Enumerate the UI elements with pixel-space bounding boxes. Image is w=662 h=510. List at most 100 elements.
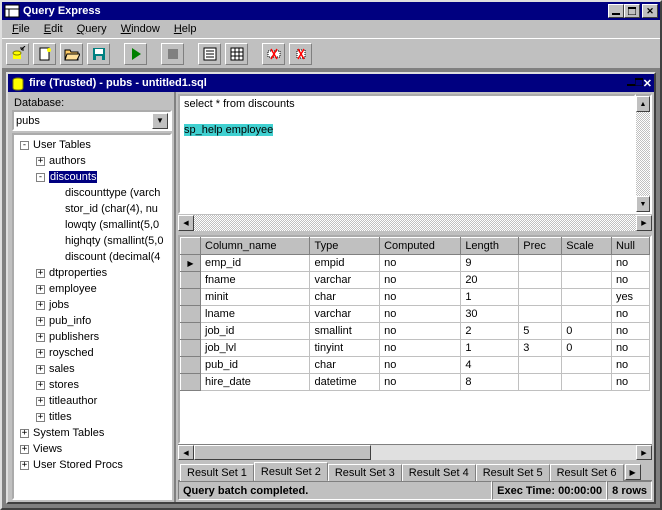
scroll-left-icon[interactable]: ◀ bbox=[178, 215, 194, 231]
menu-help[interactable]: Help bbox=[168, 22, 203, 36]
child-close-button[interactable]: ✕ bbox=[643, 77, 652, 90]
expand-icon[interactable]: + bbox=[36, 285, 45, 294]
editor-hscrollbar[interactable]: ◀ ▶ bbox=[178, 215, 652, 231]
results-grid[interactable]: Column_nameTypeComputedLengthPrecScaleNu… bbox=[180, 237, 650, 391]
cell[interactable]: 30 bbox=[461, 306, 519, 323]
row-header[interactable] bbox=[181, 323, 201, 340]
tree-node[interactable]: +stores bbox=[16, 377, 168, 393]
table-row[interactable]: minitcharno1yes bbox=[181, 289, 650, 306]
cell[interactable] bbox=[562, 357, 612, 374]
cell[interactable]: no bbox=[611, 306, 649, 323]
table-row[interactable]: pub_idcharno4no bbox=[181, 357, 650, 374]
table-row[interactable]: job_lvltinyintno130no bbox=[181, 340, 650, 357]
cell[interactable]: 5 bbox=[519, 323, 562, 340]
cell[interactable]: minit bbox=[201, 289, 310, 306]
sql-editor[interactable]: select * from discounts sp_help employee bbox=[178, 94, 636, 214]
cell[interactable]: no bbox=[380, 374, 461, 391]
cell[interactable] bbox=[562, 255, 612, 272]
tree-node[interactable]: +titles bbox=[16, 409, 168, 425]
titlebar[interactable]: Query Express ✕ bbox=[2, 2, 660, 20]
cell[interactable]: job_lvl bbox=[201, 340, 310, 357]
column-header[interactable]: Computed bbox=[380, 238, 461, 255]
collapse-icon[interactable]: - bbox=[20, 141, 29, 150]
collapse-icon[interactable]: - bbox=[36, 173, 45, 182]
cell[interactable]: smallint bbox=[310, 323, 380, 340]
cell[interactable] bbox=[519, 272, 562, 289]
cell[interactable]: no bbox=[380, 255, 461, 272]
tree-node[interactable]: +pub_info bbox=[16, 313, 168, 329]
tree-node[interactable]: +System Tables bbox=[16, 425, 168, 441]
cell[interactable]: no bbox=[611, 340, 649, 357]
expand-icon[interactable]: + bbox=[36, 397, 45, 406]
expand-icon[interactable]: + bbox=[36, 381, 45, 390]
cell[interactable]: varchar bbox=[310, 306, 380, 323]
row-header[interactable] bbox=[181, 357, 201, 374]
row-header[interactable] bbox=[181, 289, 201, 306]
cell[interactable]: datetime bbox=[310, 374, 380, 391]
cell[interactable] bbox=[519, 255, 562, 272]
child-maximize-button[interactable] bbox=[635, 77, 643, 90]
cell[interactable]: 1 bbox=[461, 340, 519, 357]
cell[interactable]: no bbox=[611, 374, 649, 391]
close-button[interactable]: ✕ bbox=[642, 4, 658, 18]
scroll-thumb[interactable] bbox=[194, 445, 371, 460]
cancel-cell-button[interactable] bbox=[289, 43, 312, 65]
cell[interactable]: varchar bbox=[310, 272, 380, 289]
expand-icon[interactable]: + bbox=[36, 349, 45, 358]
menu-window[interactable]: Window bbox=[115, 22, 166, 36]
cell[interactable]: no bbox=[380, 323, 461, 340]
cell[interactable]: lname bbox=[201, 306, 310, 323]
table-row[interactable]: hire_datedatetimeno8no bbox=[181, 374, 650, 391]
cell[interactable]: char bbox=[310, 289, 380, 306]
cell[interactable]: char bbox=[310, 357, 380, 374]
expand-icon[interactable]: + bbox=[36, 301, 45, 310]
database-combo[interactable]: pubs ▼ bbox=[12, 110, 172, 131]
cell[interactable] bbox=[519, 357, 562, 374]
expand-icon[interactable]: + bbox=[36, 269, 45, 278]
cell[interactable]: no bbox=[611, 323, 649, 340]
cell[interactable] bbox=[562, 289, 612, 306]
column-header[interactable]: Type bbox=[310, 238, 380, 255]
stop-button[interactable] bbox=[161, 43, 184, 65]
expand-icon[interactable]: + bbox=[36, 365, 45, 374]
cell[interactable]: 8 bbox=[461, 374, 519, 391]
cancel-row-button[interactable] bbox=[262, 43, 285, 65]
cell[interactable]: 1 bbox=[461, 289, 519, 306]
scroll-down-icon[interactable]: ▼ bbox=[636, 196, 650, 212]
new-query-button[interactable] bbox=[33, 43, 56, 65]
result-tab[interactable]: Result Set 2 bbox=[254, 462, 328, 481]
scroll-right-icon[interactable]: ▶ bbox=[636, 445, 652, 460]
object-tree[interactable]: -User Tables+authors-discountsdiscountty… bbox=[12, 133, 172, 500]
expand-icon[interactable]: + bbox=[20, 445, 29, 454]
cell[interactable]: pub_id bbox=[201, 357, 310, 374]
tree-node[interactable]: +jobs bbox=[16, 297, 168, 313]
menu-query[interactable]: Query bbox=[71, 22, 113, 36]
grid-hscrollbar[interactable]: ◀ ▶ bbox=[178, 444, 652, 460]
column-header[interactable]: Prec bbox=[519, 238, 562, 255]
column-header[interactable]: Null bbox=[611, 238, 649, 255]
child-minimize-button[interactable] bbox=[627, 77, 635, 90]
scroll-up-icon[interactable]: ▲ bbox=[636, 96, 650, 112]
cell[interactable]: no bbox=[380, 340, 461, 357]
tree-node[interactable]: +publishers bbox=[16, 329, 168, 345]
results-grid-button[interactable] bbox=[225, 43, 248, 65]
save-button[interactable] bbox=[87, 43, 110, 65]
row-header[interactable] bbox=[181, 272, 201, 289]
cell[interactable]: no bbox=[611, 272, 649, 289]
result-tab[interactable]: Result Set 3 bbox=[328, 464, 402, 481]
menu-edit[interactable]: Edit bbox=[38, 22, 69, 36]
editor-vscrollbar[interactable]: ▲ ▼ bbox=[636, 94, 652, 214]
cell[interactable]: 9 bbox=[461, 255, 519, 272]
cell[interactable]: no bbox=[611, 357, 649, 374]
row-header[interactable] bbox=[181, 306, 201, 323]
cell[interactable]: 3 bbox=[519, 340, 562, 357]
tree-node[interactable]: discounttype (varch bbox=[16, 185, 168, 201]
tree-node[interactable]: +employee bbox=[16, 281, 168, 297]
cell[interactable]: 4 bbox=[461, 357, 519, 374]
tree-node[interactable]: highqty (smallint(5,0 bbox=[16, 233, 168, 249]
column-header[interactable]: Length bbox=[461, 238, 519, 255]
cell[interactable]: no bbox=[380, 272, 461, 289]
expand-icon[interactable]: + bbox=[36, 333, 45, 342]
cell[interactable] bbox=[519, 374, 562, 391]
cell[interactable]: job_id bbox=[201, 323, 310, 340]
